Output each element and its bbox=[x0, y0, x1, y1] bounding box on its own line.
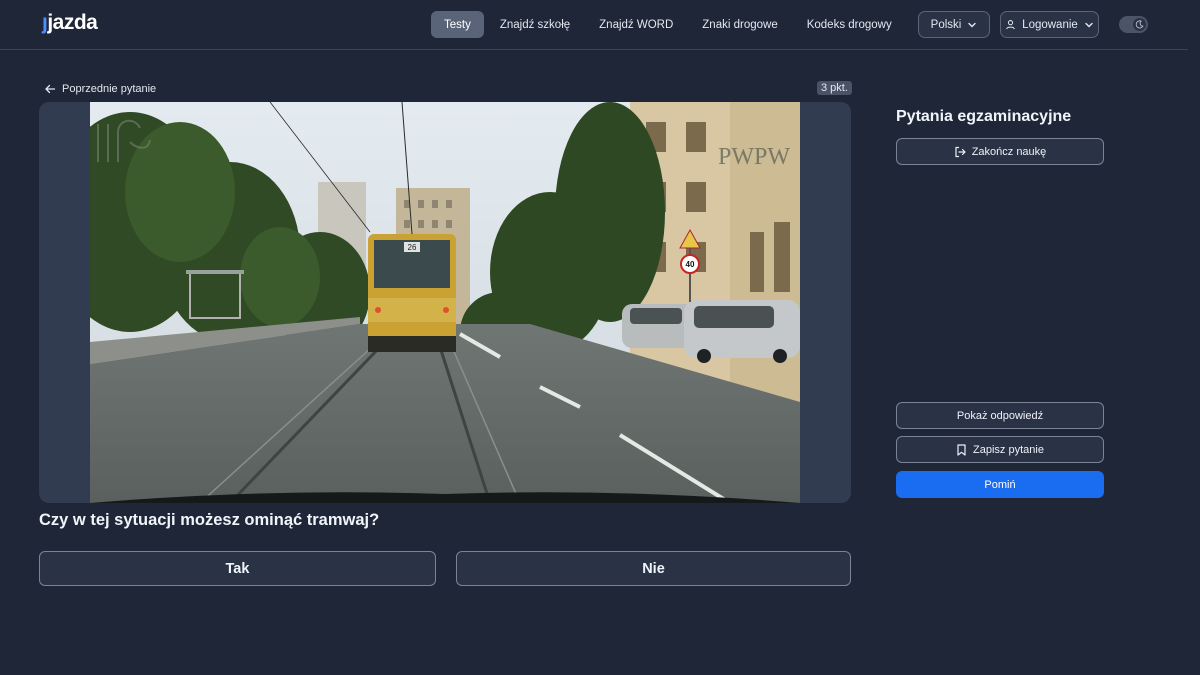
tram-number: 26 bbox=[408, 243, 417, 252]
end-learning-label: Zakończ naukę bbox=[971, 145, 1047, 158]
save-question-label: Zapisz pytanie bbox=[973, 443, 1044, 456]
nav-item-find-school[interactable]: Znajdź szkołę bbox=[487, 11, 583, 38]
nav-item-testy[interactable]: Testy bbox=[431, 11, 484, 38]
speed-limit-sign-text: 40 bbox=[686, 260, 695, 269]
show-answer-button[interactable]: Pokaż odpowiedź bbox=[896, 402, 1104, 429]
pwpw-watermark: PWPW bbox=[718, 144, 790, 170]
nav-item-road-code[interactable]: Kodeks drogowy bbox=[794, 11, 905, 38]
save-question-button[interactable]: Zapisz pytanie bbox=[896, 436, 1104, 463]
chevron-down-icon bbox=[1085, 22, 1093, 27]
theme-toggle[interactable] bbox=[1119, 16, 1148, 33]
sidebar-title: Pytania egzaminacyjne bbox=[896, 108, 1072, 125]
skip-button[interactable]: Pomiń bbox=[896, 471, 1104, 498]
answer-yes-button[interactable]: Tak bbox=[39, 551, 436, 586]
chevron-down-icon bbox=[968, 22, 977, 27]
previous-question-link[interactable]: Poprzednie pytanie bbox=[44, 81, 156, 96]
knob bbox=[1133, 18, 1146, 31]
main-nav: Testy Znajdź szkołę Znajdź WORD Znaki dr… bbox=[431, 11, 957, 38]
login-label: Logowanie bbox=[1022, 18, 1078, 31]
moon-icon bbox=[1135, 20, 1144, 29]
logo-text: jazda bbox=[47, 11, 98, 34]
login-button[interactable]: Logowanie bbox=[1000, 11, 1099, 38]
points-badge: 3 pkt. bbox=[817, 81, 852, 95]
logo[interactable]: ȷ jazda bbox=[42, 11, 98, 35]
street-scene-image: 26 40 PWPW bbox=[90, 102, 800, 503]
previous-question-label: Poprzednie pytanie bbox=[62, 82, 157, 95]
language-label: Polski bbox=[930, 18, 962, 31]
language-select[interactable]: Polski bbox=[918, 11, 990, 38]
answer-no-button[interactable]: Nie bbox=[456, 551, 851, 586]
nav-item-find-word[interactable]: Znajdź WORD bbox=[586, 11, 686, 38]
end-learning-button[interactable]: Zakończ naukę bbox=[896, 138, 1104, 165]
question-text: Czy w tej sytuacji możesz ominąć tramwaj… bbox=[39, 511, 380, 529]
arrow-left-icon bbox=[45, 84, 56, 93]
logout-icon bbox=[955, 146, 966, 157]
user-icon bbox=[1006, 20, 1016, 30]
top-bar: ȷ jazda Testy Znajdź szkołę Znajdź WORD Z… bbox=[0, 0, 1188, 50]
nav-item-road-signs[interactable]: Znaki drogowe bbox=[689, 11, 790, 38]
bookmark-icon bbox=[957, 443, 966, 456]
question-video[interactable]: 26 40 PWPW bbox=[39, 102, 851, 503]
